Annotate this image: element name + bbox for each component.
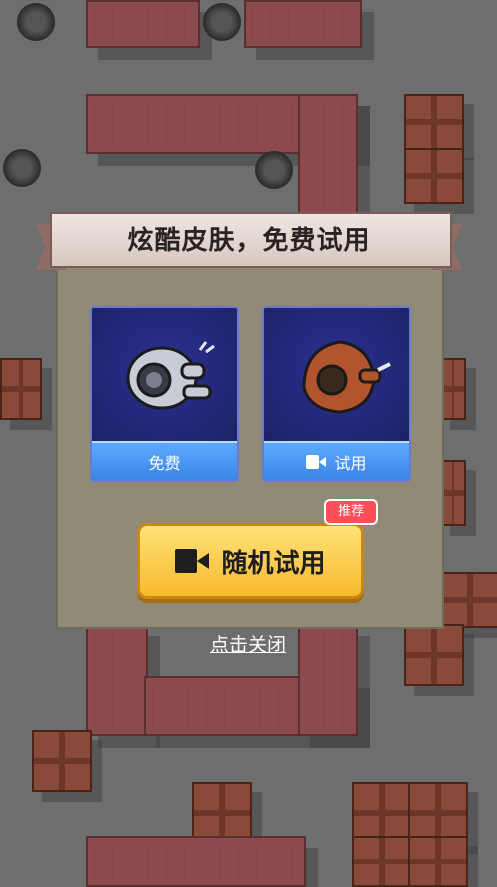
wall bbox=[244, 0, 362, 48]
enemy-soldier bbox=[252, 148, 296, 192]
wall bbox=[298, 624, 358, 736]
wooden-crate bbox=[404, 624, 464, 686]
free-button[interactable]: 免费 bbox=[92, 441, 237, 480]
video-camera-icon bbox=[175, 549, 210, 573]
close-link[interactable]: 点击关闭 bbox=[198, 630, 298, 657]
enemy-soldier bbox=[0, 146, 44, 190]
enemy-soldier bbox=[200, 0, 244, 44]
wooden-crate bbox=[404, 148, 464, 204]
skin-card-free[interactable]: 免费 bbox=[90, 306, 239, 482]
wooden-crate bbox=[404, 94, 464, 150]
wall bbox=[298, 94, 358, 218]
wall bbox=[86, 0, 200, 48]
title-banner: 炫酷皮肤，免费试用 bbox=[36, 208, 462, 272]
skin-portrait bbox=[264, 308, 409, 443]
wooden-crate bbox=[408, 836, 468, 887]
armored-soldier-figure bbox=[126, 341, 215, 410]
wooden-crate bbox=[192, 782, 252, 844]
free-button-label: 免费 bbox=[148, 453, 181, 473]
skin-card-trial[interactable]: 试用 bbox=[262, 306, 411, 482]
trial-button[interactable]: 试用 bbox=[264, 441, 409, 480]
wall bbox=[86, 836, 306, 887]
wooden-crate bbox=[352, 782, 412, 844]
orange-soldier-figure bbox=[302, 340, 391, 414]
wooden-crate bbox=[0, 358, 42, 420]
recommend-badge: 推荐 bbox=[324, 499, 378, 525]
wooden-crate bbox=[32, 730, 92, 792]
skin-portrait bbox=[92, 308, 237, 443]
wooden-crate bbox=[352, 836, 412, 887]
wooden-crate bbox=[408, 782, 468, 844]
enemy-soldier bbox=[14, 0, 58, 44]
random-trial-button[interactable]: 随机试用 bbox=[137, 523, 364, 599]
random-trial-label: 随机试用 bbox=[221, 548, 326, 579]
dialog-title: 炫酷皮肤，免费试用 bbox=[127, 226, 371, 256]
wall bbox=[86, 624, 148, 736]
trial-button-label: 试用 bbox=[334, 453, 367, 473]
video-camera-icon bbox=[306, 454, 327, 469]
wooden-crate bbox=[440, 572, 497, 628]
